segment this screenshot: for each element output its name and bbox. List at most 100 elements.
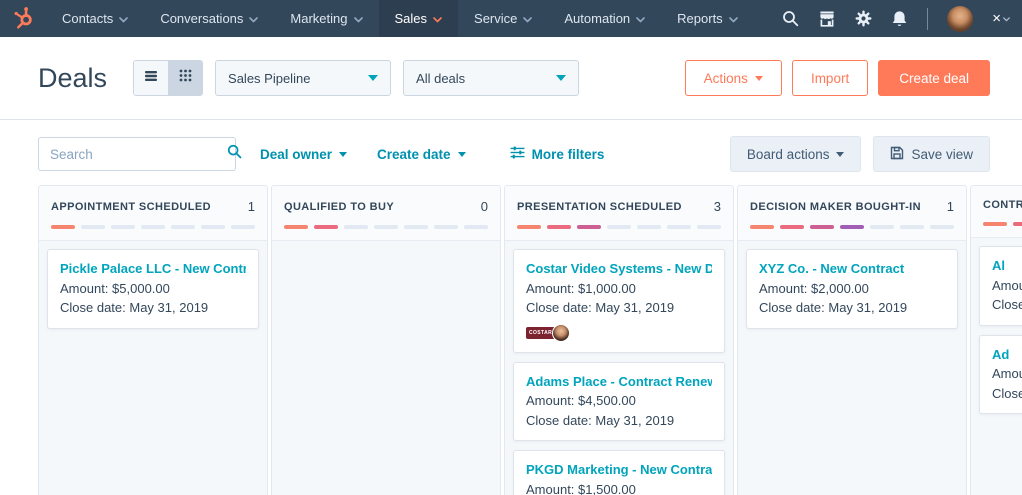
grid-icon xyxy=(179,69,192,87)
save-view-button[interactable]: Save view xyxy=(873,136,990,172)
deal-card-title[interactable]: PKGD Marketing - New Contract xyxy=(526,460,712,480)
nav-item-reports[interactable]: Reports xyxy=(661,0,754,37)
progress-segment xyxy=(667,225,691,229)
column-body: XYZ Co. - New ContractAmount: $2,000.00C… xyxy=(738,241,966,337)
column-header: PRESENTATION SCHEDULED 3 xyxy=(505,186,733,241)
nav-item-conversations[interactable]: Conversations xyxy=(144,0,274,37)
actions-button[interactable]: Actions xyxy=(685,60,782,96)
more-filters-label: More filters xyxy=(532,147,605,162)
deal-card-title[interactable]: Al xyxy=(992,256,1022,276)
caret-down-icon xyxy=(339,152,347,157)
deal-card-title[interactable]: Ad xyxy=(992,345,1022,365)
settings-gear-icon[interactable] xyxy=(855,10,872,27)
deal-card-title[interactable]: Pickle Palace LLC - New Contract xyxy=(60,259,246,279)
search-icon[interactable] xyxy=(782,10,799,27)
column-title: QUALIFIED TO BUY xyxy=(284,201,394,213)
chevron-down-icon xyxy=(636,17,645,23)
create-deal-button-label: Create deal xyxy=(899,71,969,86)
column-body: AlAmount: Close date: AdAmount: Close da… xyxy=(971,238,1022,422)
deal-card[interactable]: XYZ Co. - New ContractAmount: $2,000.00C… xyxy=(746,249,958,329)
column-title-row: PRESENTATION SCHEDULED 3 xyxy=(517,199,721,214)
nav-item-automation[interactable]: Automation xyxy=(548,0,661,37)
marketplace-icon[interactable] xyxy=(818,10,836,27)
deal-close-date: Close date: May 31, 2019 xyxy=(759,298,945,318)
nav-item-marketing[interactable]: Marketing xyxy=(274,0,378,37)
deal-card-title[interactable]: XYZ Co. - New Contract xyxy=(759,259,945,279)
deal-card[interactable]: AlAmount: Close date: xyxy=(979,246,1022,326)
deal-card-title[interactable]: Costar Video Systems - New Deal xyxy=(526,259,712,279)
column-title: PRESENTATION SCHEDULED xyxy=(517,201,682,213)
deal-amount: Amount: $4,500.00 xyxy=(526,391,712,411)
progress-segment xyxy=(231,225,255,229)
create-deal-button[interactable]: Create deal xyxy=(878,60,990,96)
close-date-label: Close date: xyxy=(992,386,1022,401)
notifications-bell-icon[interactable] xyxy=(891,10,908,28)
column-header: DECISION MAKER BOUGHT-IN1 xyxy=(738,186,966,241)
progress-segment xyxy=(81,225,105,229)
board-column: QUALIFIED TO BUY0 xyxy=(271,185,501,495)
column-body xyxy=(272,241,500,257)
page-title: Deals xyxy=(38,63,107,94)
more-filters-button[interactable]: More filters xyxy=(510,146,605,162)
create-date-filter[interactable]: Create date xyxy=(377,147,466,162)
caret-down-icon xyxy=(458,152,466,157)
progress-segment xyxy=(637,225,661,229)
import-button[interactable]: Import xyxy=(792,60,868,96)
view-toggle xyxy=(133,60,203,96)
progress-segment xyxy=(900,225,924,229)
progress-segment xyxy=(607,225,631,229)
nav-item-label: Conversations xyxy=(160,11,243,26)
deal-close-date: Close date: May 31, 2019 xyxy=(526,298,712,318)
import-button-label: Import xyxy=(811,71,849,86)
board-actions-button[interactable]: Board actions xyxy=(730,136,862,172)
deals-filter-select-value: All deals xyxy=(416,71,465,86)
deal-amount: Amount: $1,500.00 xyxy=(526,480,712,495)
nav-item-sales[interactable]: Sales xyxy=(379,0,459,37)
amount-label: Amount: xyxy=(526,482,574,495)
nav-item-contacts[interactable]: Contacts xyxy=(46,0,144,37)
deal-card[interactable]: AdAmount: Close date: xyxy=(979,335,1022,415)
deal-card-title[interactable]: Adams Place - Contract Renewal xyxy=(526,372,712,392)
progress-segment xyxy=(374,225,398,229)
hubspot-logo-icon[interactable] xyxy=(0,0,46,37)
list-view-button[interactable] xyxy=(134,61,168,95)
amount-label: Amount: xyxy=(759,281,807,296)
progress-segment xyxy=(284,225,308,229)
deal-card[interactable]: Pickle Palace LLC - New ContractAmount: … xyxy=(47,249,259,329)
save-view-label: Save view xyxy=(911,147,973,162)
deal-card[interactable]: Costar Video Systems - New DealAmount: $… xyxy=(513,249,725,353)
deal-owner-filter-label: Deal owner xyxy=(260,147,332,162)
progress-segment xyxy=(141,225,165,229)
search-icon[interactable] xyxy=(227,144,242,164)
deal-amount: Amount: $1,000.00 xyxy=(526,279,712,299)
nav-item-label: Automation xyxy=(564,11,630,26)
progress-segment xyxy=(577,225,601,229)
list-icon xyxy=(144,69,158,87)
amount-label: Amount: xyxy=(992,366,1022,381)
column-title: APPOINTMENT SCHEDULED xyxy=(51,201,211,213)
user-avatar[interactable] xyxy=(947,6,973,32)
stage-progress xyxy=(983,222,1022,226)
search-input[interactable] xyxy=(50,147,227,162)
deal-card[interactable]: PKGD Marketing - New ContractAmount: $1,… xyxy=(513,450,725,495)
chevron-down-icon xyxy=(354,17,363,23)
board-view-button[interactable] xyxy=(168,61,202,95)
close-date-label: Close date: xyxy=(60,300,126,315)
caret-down-icon xyxy=(836,152,844,157)
column-count: 3 xyxy=(714,199,721,214)
progress-segment xyxy=(51,225,75,229)
header-actions: Actions Import Create deal xyxy=(685,60,990,96)
deal-card[interactable]: Adams Place - Contract RenewalAmount: $4… xyxy=(513,362,725,442)
caret-down-icon xyxy=(368,75,378,81)
nav-right: × xyxy=(782,6,1022,32)
close-button[interactable]: × xyxy=(992,10,1010,27)
progress-segment xyxy=(547,225,571,229)
progress-segment xyxy=(344,225,368,229)
pipeline-select[interactable]: Sales Pipeline xyxy=(215,60,391,96)
chevron-down-icon xyxy=(729,17,738,23)
deals-filter-select[interactable]: All deals xyxy=(403,60,579,96)
progress-segment xyxy=(464,225,488,229)
nav-item-service[interactable]: Service xyxy=(458,0,548,37)
column-title: DECISION MAKER BOUGHT-IN xyxy=(750,201,921,213)
deal-owner-filter[interactable]: Deal owner xyxy=(260,147,347,162)
